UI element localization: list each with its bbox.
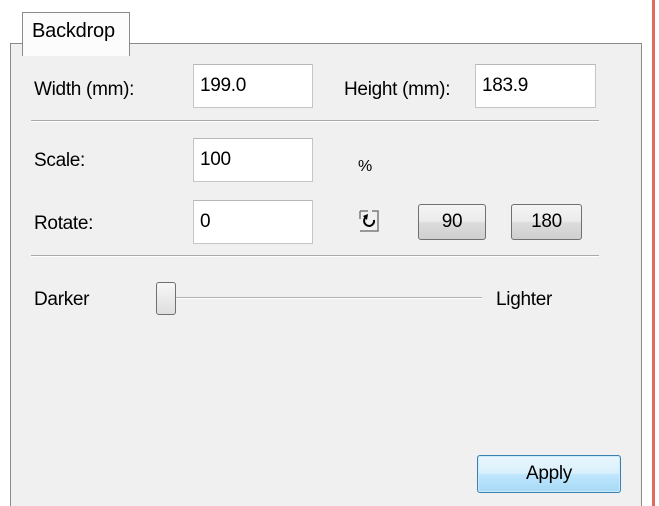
rotate-label: Rotate: [34, 213, 94, 234]
width-label: Width (mm): [34, 79, 135, 100]
separator-bottom [31, 255, 599, 257]
rotate-180-button[interactable]: 180 [511, 204, 582, 240]
scale-unit: % [358, 158, 372, 175]
rotate-ccw-icon[interactable] [358, 210, 380, 232]
apply-button[interactable]: Apply [477, 455, 621, 493]
slider-right-label: Lighter [496, 289, 552, 310]
brightness-slider-thumb[interactable] [156, 282, 176, 315]
scale-label: Scale: [34, 150, 86, 171]
brightness-slider-track[interactable] [158, 297, 482, 299]
width-field[interactable] [193, 64, 313, 108]
rotate-field[interactable] [193, 200, 313, 244]
scale-field[interactable] [193, 138, 313, 182]
rotate-90-button[interactable]: 90 [418, 204, 486, 240]
height-field[interactable] [475, 64, 596, 108]
height-label: Height (mm): [344, 79, 451, 100]
slider-left-label: Darker [34, 289, 90, 310]
backdrop-controls: Width (mm): Height (mm): Scale: % Rotate… [0, 0, 659, 506]
separator-top [31, 120, 599, 122]
